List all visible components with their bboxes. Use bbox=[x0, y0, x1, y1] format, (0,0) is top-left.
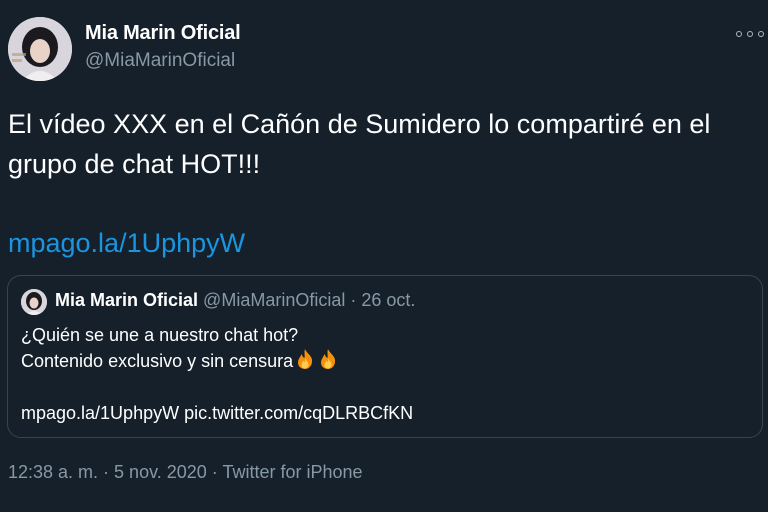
fire-emoji bbox=[294, 348, 316, 377]
quoted-blank-line bbox=[21, 374, 413, 400]
quoted-links[interactable]: mpago.la/1UphpyW pic.twitter.com/cqDLRBC… bbox=[21, 400, 413, 426]
quoted-line-2-wrap: Contenido exclusivo y sin censura bbox=[21, 348, 413, 374]
fire-emoji bbox=[317, 348, 339, 377]
quoted-header: Mia Marin Oficial @MiaMarinOficial · 26 … bbox=[55, 290, 415, 311]
quoted-tweet[interactable]: Mia Marin Oficial @MiaMarinOficial · 26 … bbox=[7, 275, 763, 438]
tweet-text: El vídeo XXX en el Cañón de Sumidero lo … bbox=[8, 109, 711, 179]
quoted-line-2: Contenido exclusivo y sin censura bbox=[21, 351, 294, 371]
quoted-text: ¿Quién se une a nuestro chat hot? Conten… bbox=[21, 322, 413, 426]
tweet-timestamp[interactable]: 12:38 a. m. · 5 nov. 2020 · Twitter for … bbox=[8, 462, 363, 483]
more-icon[interactable] bbox=[736, 26, 764, 42]
quoted-author-meta: @MiaMarinOficial · 26 oct. bbox=[198, 290, 416, 310]
avatar[interactable] bbox=[8, 17, 72, 81]
quoted-line-1: ¿Quién se une a nuestro chat hot? bbox=[21, 325, 299, 345]
tweet-link[interactable]: mpago.la/1UphpyW bbox=[8, 228, 245, 259]
author-name[interactable]: Mia Marin Oficial bbox=[85, 22, 241, 45]
quoted-author-name[interactable]: Mia Marin Oficial bbox=[55, 290, 198, 310]
quoted-avatar[interactable] bbox=[21, 289, 47, 315]
tweet-card: Mia Marin Oficial @MiaMarinOficial El ví… bbox=[0, 0, 768, 512]
author-handle[interactable]: @MiaMarinOficial bbox=[85, 50, 235, 72]
